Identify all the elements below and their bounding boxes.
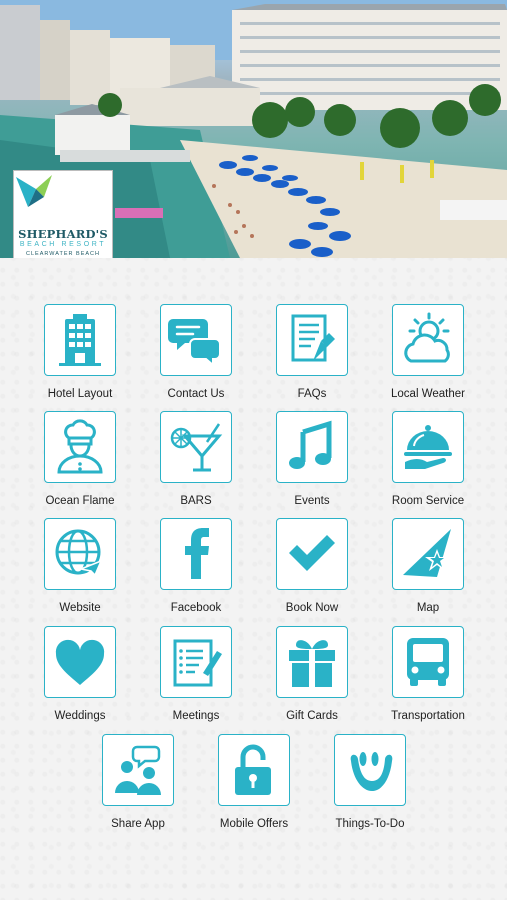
- music-note-icon: [289, 420, 332, 469]
- cloche-icon: [404, 425, 452, 469]
- menu-item-contact-us[interactable]: Contact Us: [138, 304, 254, 400]
- gift-icon: [289, 640, 335, 687]
- logo-name: SHEPHARD'S: [18, 227, 108, 241]
- menu-label: Gift Cards: [286, 710, 338, 722]
- map-star-icon: [403, 529, 451, 577]
- menu-label: BARS: [180, 495, 212, 507]
- chef-icon: [57, 419, 103, 474]
- menu-item-map[interactable]: Map: [370, 518, 486, 614]
- globe-icon: [55, 529, 103, 577]
- hotel-building-icon: [59, 314, 101, 366]
- bus-icon: [407, 638, 449, 686]
- menu-item-gift-cards[interactable]: Gift Cards: [254, 626, 370, 722]
- menu-item-share-app[interactable]: Share App: [80, 734, 196, 830]
- menu-label: Local Weather: [391, 388, 465, 400]
- shephards-logo: SHEPHARD'S BEACH RESORT CLEARWATER BEACH: [13, 170, 113, 258]
- share-people-icon: [115, 745, 161, 795]
- smile-hand-icon: [350, 752, 393, 791]
- menu-label: Hotel Layout: [47, 388, 113, 400]
- cocktail-icon: [170, 423, 223, 472]
- menu-item-weddings[interactable]: Weddings: [22, 626, 138, 722]
- notepad-icon: [173, 639, 222, 687]
- menu-label: Share App: [111, 818, 165, 830]
- menu-item-facebook[interactable]: Facebook: [138, 518, 254, 614]
- facebook-icon: [185, 528, 209, 579]
- sun-cloud-icon: [404, 312, 450, 363]
- menu-item-mobile-offers[interactable]: Mobile Offers: [196, 734, 312, 830]
- menu-label: Meetings: [172, 710, 220, 722]
- logo-location: CLEARWATER BEACH: [26, 251, 100, 257]
- menu-label: Website: [59, 602, 101, 614]
- menu-item-faqs[interactable]: FAQs: [254, 304, 370, 400]
- hero-resort-photo: SHEPHARD'S BEACH RESORT CLEARWATER BEACH: [0, 0, 507, 258]
- menu-item-room-service[interactable]: Room Service: [370, 411, 486, 507]
- menu-item-ocean-flame[interactable]: Ocean Flame: [22, 411, 138, 507]
- checkmark-icon: [289, 535, 335, 571]
- menu-item-meetings[interactable]: Meetings: [138, 626, 254, 722]
- menu-label: Book Now: [285, 602, 339, 614]
- menu-label: Contact Us: [167, 388, 225, 400]
- menu-item-website[interactable]: Website: [22, 518, 138, 614]
- logo-bird-icon: [16, 175, 52, 207]
- padlock-icon: [235, 744, 271, 795]
- menu-label: Things-To-Do: [335, 818, 405, 830]
- menu-label: FAQs: [297, 388, 327, 400]
- menu-label: Mobile Offers: [219, 818, 289, 830]
- logo-subtitle: BEACH RESORT: [19, 241, 107, 248]
- menu-item-things-to-do[interactable]: Things-To-Do: [312, 734, 428, 830]
- menu-label: Ocean Flame: [45, 495, 115, 507]
- menu-label: Room Service: [391, 495, 465, 507]
- menu-item-transportation[interactable]: Transportation: [370, 626, 486, 722]
- menu-label: Weddings: [54, 710, 106, 722]
- menu-label: Transportation: [391, 710, 465, 722]
- menu-item-events[interactable]: Events: [254, 411, 370, 507]
- document-pencil-icon: [291, 314, 335, 362]
- menu-item-book-now[interactable]: Book Now: [254, 518, 370, 614]
- menu-item-hotel-layout[interactable]: Hotel Layout: [22, 304, 138, 400]
- menu-item-local-weather[interactable]: Local Weather: [370, 304, 486, 400]
- chat-bubbles-icon: [168, 319, 221, 368]
- menu-label: Facebook: [170, 602, 222, 614]
- heart-icon: [55, 639, 105, 685]
- menu-label: Map: [416, 602, 440, 614]
- menu-label: Events: [294, 495, 330, 507]
- menu-item-bars[interactable]: BARS: [138, 411, 254, 507]
